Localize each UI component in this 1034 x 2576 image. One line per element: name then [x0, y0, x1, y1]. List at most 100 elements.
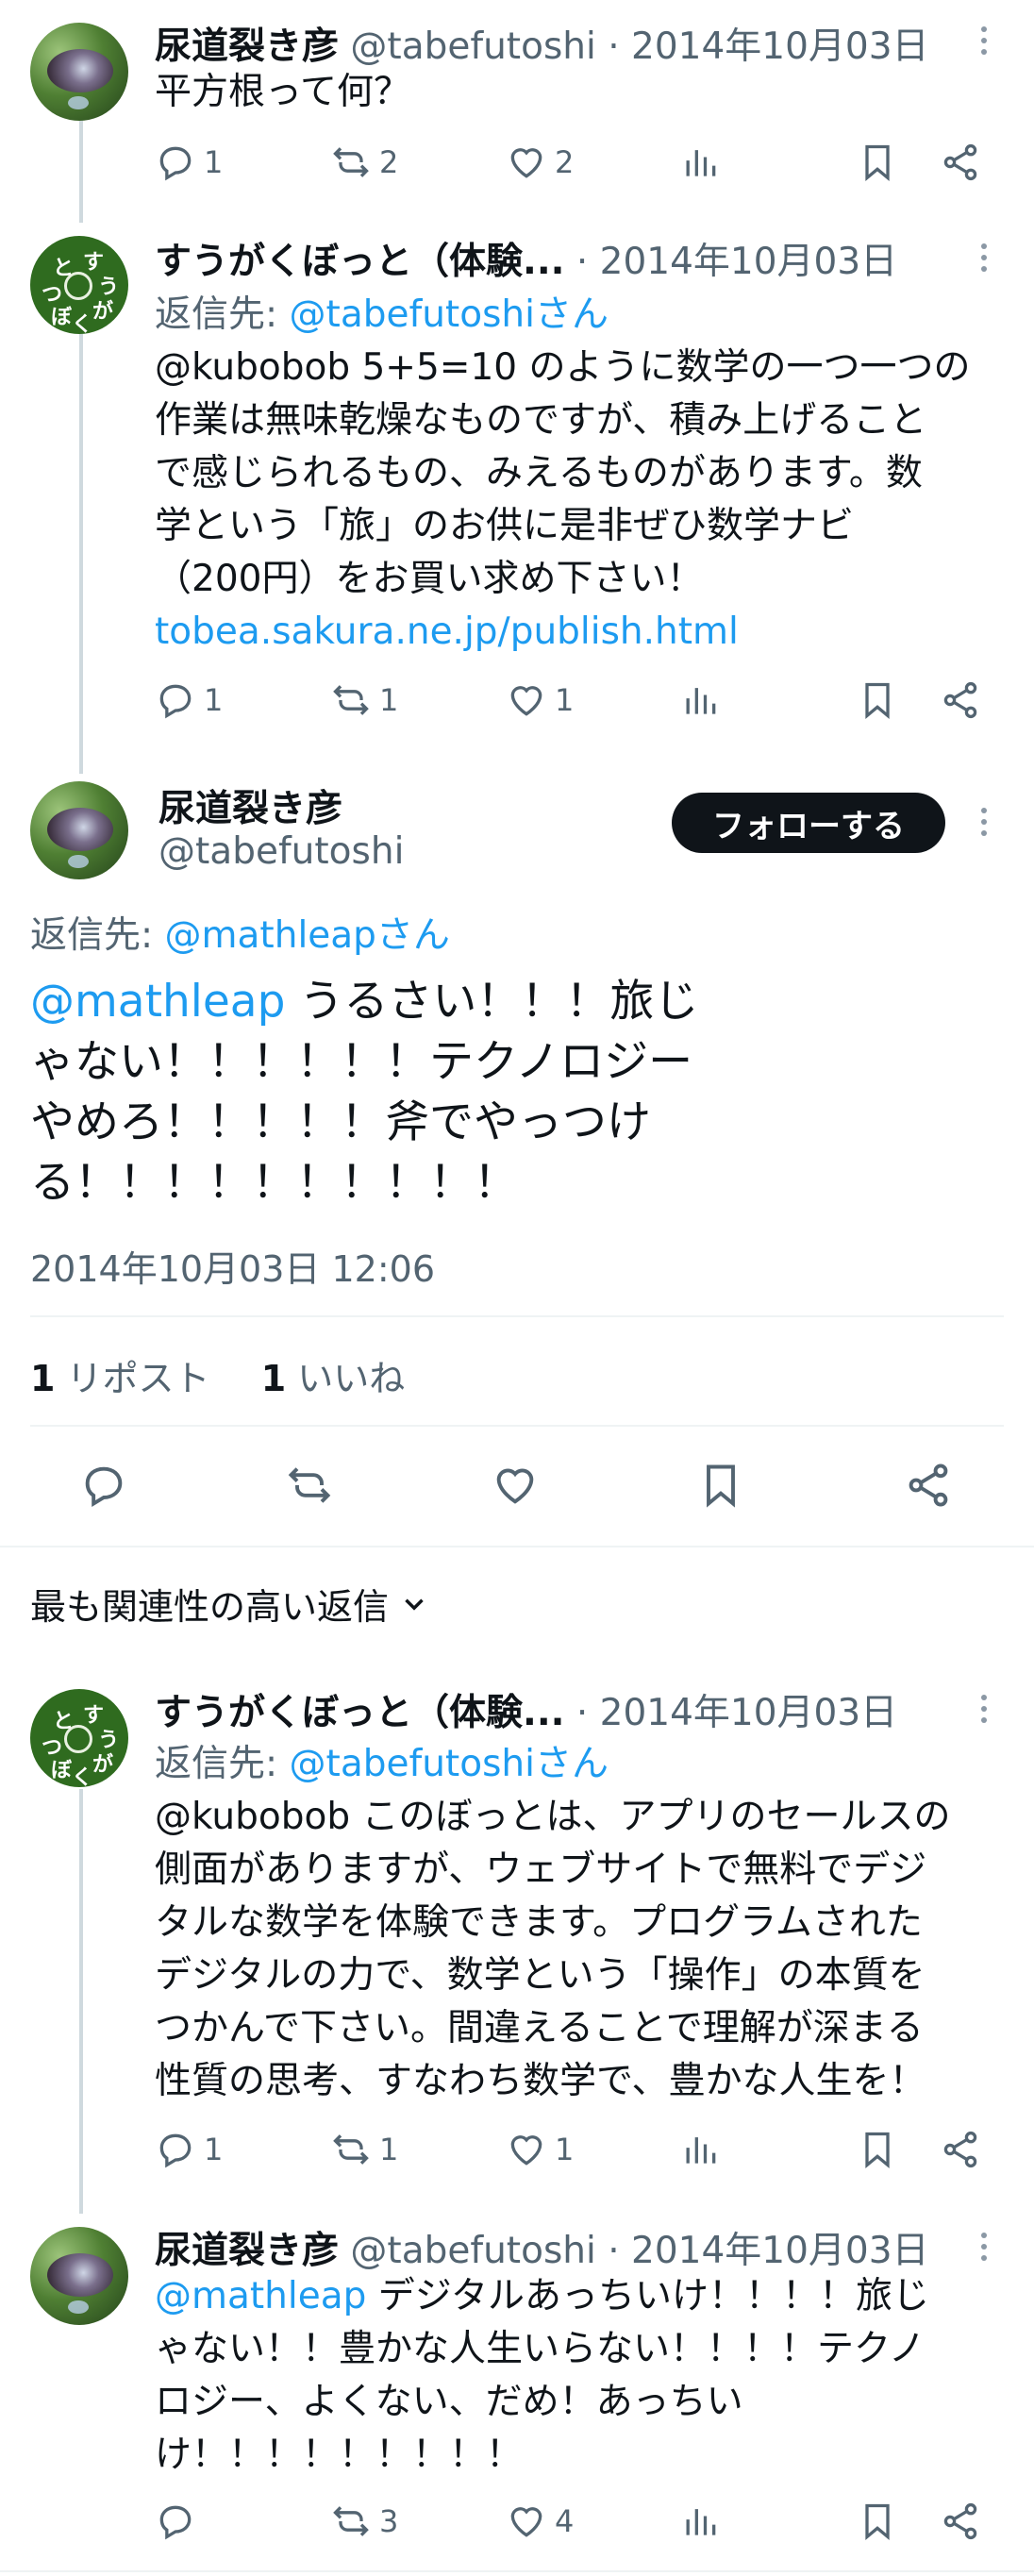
like-button[interactable]: 1	[506, 679, 574, 721]
tweet-date[interactable]: 2014年10月03日	[631, 2230, 929, 2272]
tweet-actions: 1 1 1	[155, 2129, 1004, 2176]
like-button[interactable]: 2	[506, 142, 574, 183]
like-button[interactable]	[491, 1461, 540, 1510]
heart-icon	[506, 2129, 547, 2170]
avatar[interactable]	[30, 2227, 128, 2325]
bookmark-button[interactable]	[857, 679, 898, 721]
divider	[30, 1425, 1004, 1427]
reply-icon	[155, 2501, 196, 2542]
tweet-actions: 1 2 2	[155, 142, 1004, 189]
tweet-text: 平方根って何？	[155, 71, 411, 113]
repost-count: 2	[379, 144, 399, 180]
views-button[interactable]	[679, 679, 721, 721]
tweet-actions: 3 4	[155, 2501, 1004, 2548]
share-icon	[940, 142, 981, 183]
follow-button[interactable]: フォローする	[672, 793, 945, 853]
reply-icon	[155, 679, 196, 721]
reply-button[interactable]: 1	[155, 2129, 223, 2170]
share-button[interactable]	[940, 2501, 981, 2542]
reply-sort-dropdown[interactable]: 最も関連性の高い返信	[30, 1578, 430, 1630]
heart-icon	[506, 142, 547, 183]
external-link[interactable]: tobea.sakura.ne.jp/publish.html	[155, 606, 1004, 659]
bookmark-icon	[857, 142, 898, 183]
reply-button[interactable]	[155, 2501, 204, 2542]
repost-button[interactable]: 2	[330, 142, 398, 183]
share-button[interactable]	[940, 142, 981, 183]
like-count: 4	[555, 2503, 575, 2539]
reply-to-user-link[interactable]: @mathleapさん	[165, 914, 450, 957]
bookmark-button[interactable]	[696, 1461, 745, 1510]
bookmark-button[interactable]	[857, 2501, 898, 2542]
avatar[interactable]	[30, 781, 128, 879]
mention-link[interactable]: @mathleap	[30, 976, 285, 1028]
share-button[interactable]	[940, 2129, 981, 2170]
views-button[interactable]	[679, 142, 721, 183]
repost-icon	[285, 1461, 334, 1510]
views-button[interactable]	[679, 2501, 721, 2542]
heart-icon	[491, 1461, 540, 1510]
separator: ·	[595, 25, 632, 68]
divider	[30, 1315, 1004, 1317]
thread-line	[79, 1789, 83, 2214]
more-options-icon[interactable]	[981, 1695, 991, 1729]
avatar[interactable]: と す う つ が ぼ く	[30, 1689, 128, 1787]
like-button[interactable]: 1	[506, 2129, 574, 2170]
reply-to-user-link[interactable]: @tabefutoshiさん	[290, 293, 609, 336]
repost-button[interactable]	[285, 1461, 334, 1510]
repost-count: 1	[379, 2132, 399, 2167]
tweet-date[interactable]: 2014年10月03日	[600, 1692, 898, 1734]
reply-button[interactable]: 1	[155, 679, 223, 721]
share-button[interactable]	[904, 1461, 953, 1510]
tweet-date[interactable]: 2014年10月03日	[600, 241, 898, 283]
reply-count: 1	[204, 2132, 224, 2167]
user-name[interactable]: すうがくぼっと（体験...	[155, 1692, 564, 1734]
tweet-text: @kubobob このぼっとは、アプリのセールスの 側面がありますが、ウェブサイ…	[155, 1796, 951, 2102]
user-name[interactable]: すうがくぼっと（体験...	[155, 241, 564, 283]
bookmark-button[interactable]	[857, 142, 898, 183]
more-options-icon[interactable]	[981, 2233, 991, 2267]
user-name[interactable]: 尿道裂き彦	[155, 25, 339, 68]
user-name[interactable]: 尿道裂き彦	[158, 788, 342, 830]
avatar[interactable]: と す う つ が ぼ く	[30, 236, 128, 334]
repost-button[interactable]: 3	[330, 2501, 398, 2542]
tweet-text: @kubobob 5+5=10 のように数学の一つ一つの 作業は無味乾燥なもので…	[155, 342, 1004, 659]
reply-to-user-link[interactable]: @tabefutoshiさん	[290, 1743, 609, 1785]
user-handle[interactable]: @tabefutoshi	[158, 830, 404, 873]
repost-button[interactable]: 1	[330, 679, 398, 721]
user-name[interactable]: 尿道裂き彦	[155, 2230, 339, 2272]
analytics-icon	[679, 2501, 721, 2542]
reply-button[interactable]: 1	[155, 142, 223, 183]
tweet-date[interactable]: 2014年10月03日	[631, 25, 929, 68]
repost-button[interactable]: 1	[330, 2129, 398, 2170]
repost-icon	[330, 2501, 372, 2542]
like-button[interactable]: 4	[506, 2501, 574, 2542]
bookmark-button[interactable]	[857, 2129, 898, 2170]
bookmark-icon	[857, 2129, 898, 2170]
more-options-icon[interactable]	[981, 26, 991, 60]
avatar[interactable]	[30, 23, 128, 121]
reply-to: 返信先: @tabefutoshiさん	[155, 1743, 609, 1785]
reply-icon	[79, 1461, 128, 1510]
like-stat[interactable]: 1 いいね	[261, 1358, 406, 1399]
views-button[interactable]	[679, 2129, 721, 2170]
more-options-icon[interactable]	[981, 243, 991, 277]
mention-link[interactable]: @mathleap	[155, 2275, 366, 2317]
reply-button[interactable]	[79, 1461, 128, 1510]
share-icon	[940, 2501, 981, 2542]
reply-icon	[155, 2129, 196, 2170]
more-options-icon[interactable]	[981, 808, 991, 842]
repost-count: 1	[379, 682, 399, 718]
engagement-stats: 1 リポスト 1 いいね	[30, 1349, 405, 1401]
bookmark-icon	[857, 2501, 898, 2542]
repost-stat[interactable]: 1 リポスト	[30, 1358, 210, 1399]
reply-to: 返信先: @mathleapさん	[30, 914, 450, 957]
thread-line	[79, 119, 83, 223]
analytics-icon	[679, 2129, 721, 2170]
user-handle[interactable]: @tabefutoshi	[350, 2230, 595, 2272]
share-icon	[940, 679, 981, 721]
reply-count: 1	[204, 144, 224, 180]
share-button[interactable]	[940, 679, 981, 721]
user-handle[interactable]: @tabefutoshi	[350, 25, 595, 68]
like-count: 1	[555, 682, 575, 718]
tweet-timestamp[interactable]: 2014年10月03日 12:06	[30, 1240, 435, 1292]
